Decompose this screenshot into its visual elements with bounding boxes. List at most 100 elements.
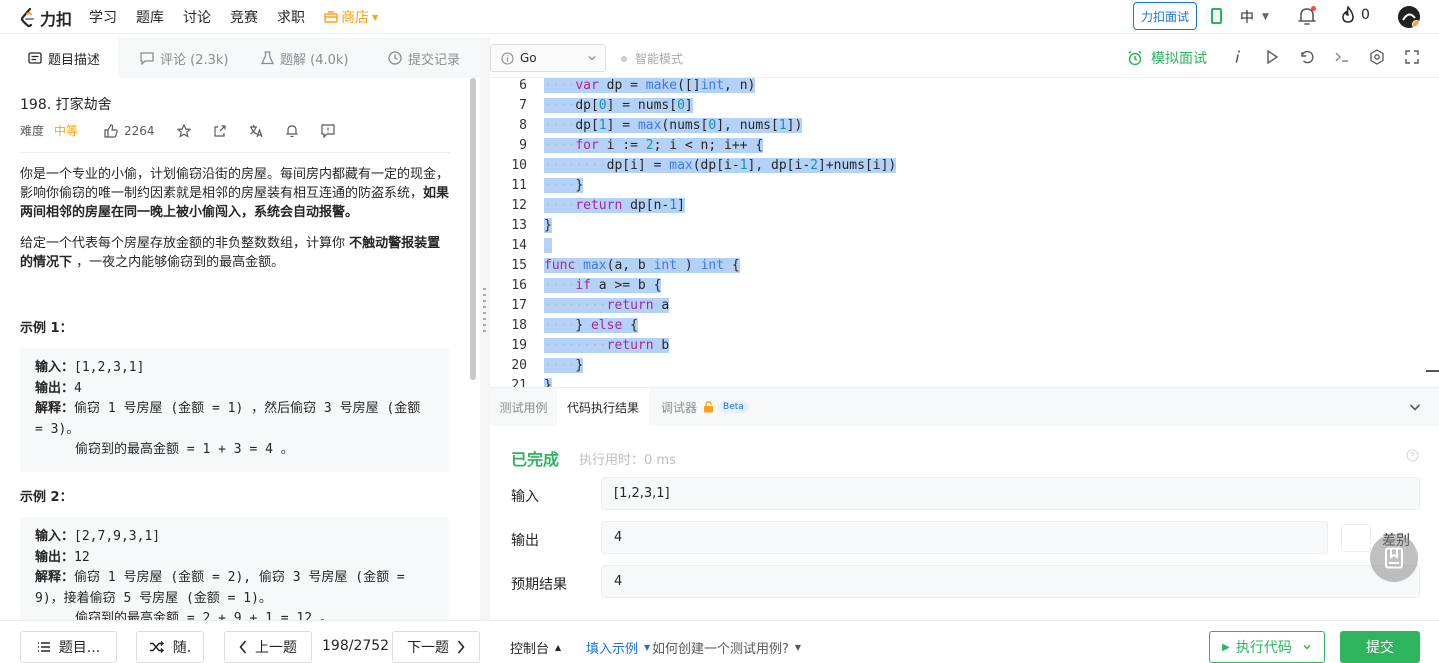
code-line: 20 ····}: [490, 356, 1439, 376]
reset-icon[interactable]: [1299, 49, 1315, 65]
code-text: ····}: [544, 358, 584, 373]
clock-icon: [388, 51, 402, 65]
code-line: 13}: [490, 216, 1439, 236]
line-number: 6: [519, 78, 527, 93]
run-code-button[interactable]: ▶ 执行代码: [1209, 631, 1325, 663]
code-line: 9 ····for i := 2; i < n; i++ {: [490, 136, 1439, 156]
terminal-icon[interactable]: [1334, 49, 1350, 65]
comment-icon: [140, 51, 154, 65]
code-line: 18 ····} else {: [490, 316, 1439, 336]
tab-solutions[interactable]: 题解 (4.0k): [239, 38, 366, 78]
editor-toolbar: Go 智能模式 模拟面试: [490, 38, 1439, 78]
problem-list-button[interactable]: 题目...: [20, 631, 117, 663]
user-avatar[interactable]: [1398, 6, 1420, 28]
flask-icon: [261, 51, 274, 65]
bookmark-icon: [1385, 547, 1403, 569]
nav-link-problems[interactable]: 题库: [136, 7, 164, 27]
feedback-icon[interactable]: [320, 123, 335, 138]
random-label: 随.: [172, 640, 192, 656]
problem-scrollbar[interactable]: [470, 78, 476, 380]
code-line: 17 ········return a: [490, 296, 1439, 316]
nav-link-learn[interactable]: 学习: [89, 7, 117, 27]
lock-icon: [704, 401, 714, 413]
interview-button[interactable]: 力扣面试: [1133, 2, 1197, 30]
thumbs-up-icon: [104, 123, 118, 138]
play-icon: ▶: [1222, 641, 1230, 653]
console-tabs: 测试用例 代码执行结果 调试器 Beta: [490, 388, 1439, 426]
code-editor[interactable]: 6 ····var dp = make([]int, n) 7 ····dp[0] =…: [490, 78, 1439, 387]
mobile-app-icon[interactable]: [1211, 8, 1222, 24]
description-icon: [28, 52, 42, 64]
example-value: 偷窃 1 号房屋 (金额 = 2), 偷窃 3 号房屋 (金额 =: [74, 570, 405, 585]
example-value: = 3)。: [35, 421, 80, 437]
console-toggle[interactable]: 控制台 ▲: [510, 638, 561, 657]
prev-problem-button[interactable]: 上一题: [224, 631, 312, 663]
fire-icon: [1342, 6, 1354, 23]
leetcode-logo[interactable]: 力扣: [20, 6, 72, 30]
chevron-down-icon: [1303, 644, 1311, 650]
chevron-down-icon[interactable]: [1408, 400, 1422, 414]
store-icon: [324, 11, 338, 23]
run-status: 已完成: [511, 450, 560, 469]
code-text: ········return a: [544, 298, 670, 313]
tab-description[interactable]: 题目描述: [0, 38, 118, 78]
floating-notes-button[interactable]: [1370, 534, 1418, 582]
code-line: 7 ····dp[0] = nums[0]: [490, 96, 1439, 116]
language-select[interactable]: Go: [490, 44, 606, 72]
bell-icon[interactable]: [285, 124, 299, 138]
smart-mode-toggle[interactable]: 智能模式: [621, 50, 683, 67]
smart-mode-label: 智能模式: [635, 52, 684, 66]
paragraph-text: ，一夜之内能够偷窃到的最高金额。: [72, 255, 285, 270]
share-icon[interactable]: [213, 124, 227, 138]
example-value: [2,7,9,3,1]: [74, 529, 161, 544]
help-icon[interactable]: [1406, 449, 1419, 462]
mock-interview-button[interactable]: 模拟面试: [1127, 48, 1207, 68]
submit-button[interactable]: 提交: [1340, 631, 1420, 663]
tab-submissions[interactable]: 提交记录: [366, 38, 480, 78]
line-number: 12: [511, 198, 527, 213]
nav-link-discuss[interactable]: 讨论: [183, 7, 211, 27]
tab-comments[interactable]: 评论 (2.3k): [118, 38, 239, 78]
example-value: 12: [74, 549, 90, 565]
translate-icon[interactable]: [249, 124, 263, 138]
alarm-clock-icon: [1128, 50, 1142, 66]
top-navigation: 力扣 学习 题库 讨论 竞赛 求职 商店 ▼ 力扣面试 中 ▼ 0: [0, 0, 1439, 34]
selected-language: Go: [520, 51, 537, 65]
settings-icon[interactable]: [1369, 49, 1385, 65]
code-text: ····var dp = make([]int, n): [544, 78, 756, 93]
problem-counter: 198/2752: [322, 638, 390, 654]
fill-example-label: 填入示例: [586, 642, 639, 657]
store-label: 商店: [341, 10, 369, 26]
paragraph-text: 你是一个专业的小偷，计划偷窃沿街的房屋。每间房内都藏有一定的现金，影响你偷窃的唯…: [20, 167, 450, 201]
panel-resize-handle[interactable]: [480, 38, 490, 620]
chevron-left-icon: [239, 640, 247, 654]
difficulty-label: 难度: [20, 124, 45, 138]
code-line: 21}: [490, 376, 1439, 387]
language-switch[interactable]: 中 ▼: [1240, 7, 1269, 27]
line-number: 15: [511, 258, 527, 273]
how-create-testcase-link[interactable]: 如何创建一个测试用例? ▼: [652, 638, 801, 657]
tab-testcase[interactable]: 测试用例: [490, 388, 557, 426]
nav-link-store[interactable]: 商店 ▼: [324, 7, 378, 27]
random-problem-button[interactable]: 随.: [136, 631, 204, 663]
bottom-bar: 题目... 随. 上一题 198/2752 下一题 控制台 ▲ 填入示例 ▼ 如…: [0, 620, 1439, 663]
points-counter[interactable]: 0: [1341, 6, 1370, 24]
line-number: 8: [519, 118, 527, 133]
like-button[interactable]: 2264: [104, 124, 155, 138]
code-line: 6 ····var dp = make([]int, n): [490, 78, 1439, 96]
tab-run-result[interactable]: 代码执行结果: [557, 388, 649, 426]
fullscreen-icon[interactable]: [1404, 49, 1420, 65]
star-icon[interactable]: [176, 123, 191, 138]
run-label: 执行代码: [1235, 640, 1292, 656]
info-italic-icon[interactable]: [1233, 49, 1243, 65]
fill-example-button[interactable]: 填入示例 ▼: [586, 638, 650, 657]
next-problem-button[interactable]: 下一题: [392, 631, 480, 663]
play-icon[interactable]: [1265, 49, 1279, 65]
diff-toggle[interactable]: [1341, 524, 1371, 552]
code-line: 19 ········return b: [490, 336, 1439, 356]
nav-link-contest[interactable]: 竞赛: [230, 7, 258, 27]
nav-link-jobs[interactable]: 求职: [277, 7, 305, 27]
example-key: 输出：: [35, 380, 75, 396]
tab-debugger[interactable]: 调试器 Beta: [649, 388, 759, 426]
problem-title: 198. 打家劫舍: [20, 97, 112, 113]
